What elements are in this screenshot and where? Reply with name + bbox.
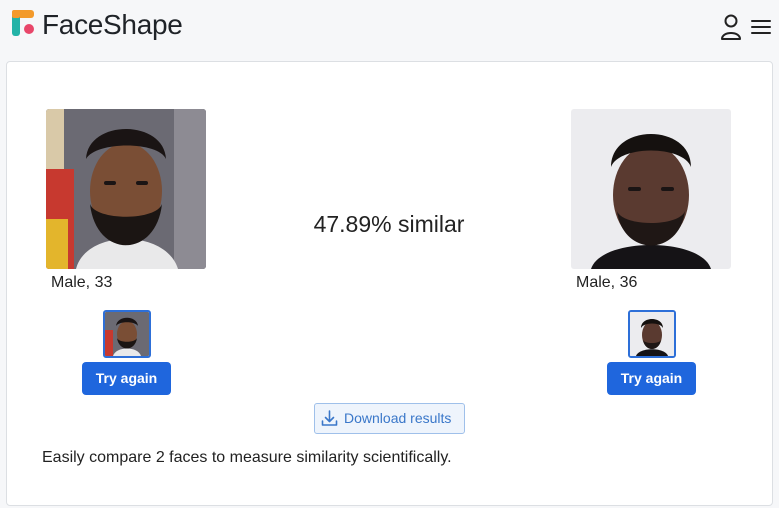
download-results-label: Download results	[344, 410, 452, 426]
download-icon	[321, 410, 338, 426]
menu-icon[interactable]	[751, 19, 771, 35]
left-face-info: Male, 33	[51, 274, 113, 291]
faceshape-logo-icon[interactable]	[12, 10, 36, 38]
similarity-score: 47.89% similar	[313, 211, 465, 237]
comparison-card: Male, 33 Male, 36 47.89% similar Try aga…	[6, 61, 773, 506]
top-header: FaceShape	[0, 0, 779, 56]
tagline: Easily compare 2 faces to measure simila…	[42, 449, 452, 466]
download-results-button[interactable]: Download results	[314, 403, 465, 434]
right-try-again-button[interactable]: Try again	[607, 362, 696, 395]
user-icon[interactable]	[720, 14, 742, 40]
left-face-thumbnail[interactable]	[103, 310, 151, 358]
left-face-photo	[46, 109, 206, 269]
right-face-info: Male, 36	[576, 274, 638, 291]
left-try-again-button[interactable]: Try again	[82, 362, 171, 395]
right-face-thumbnail[interactable]	[628, 310, 676, 358]
brand-name[interactable]: FaceShape	[42, 9, 183, 41]
right-face-photo	[571, 109, 731, 269]
